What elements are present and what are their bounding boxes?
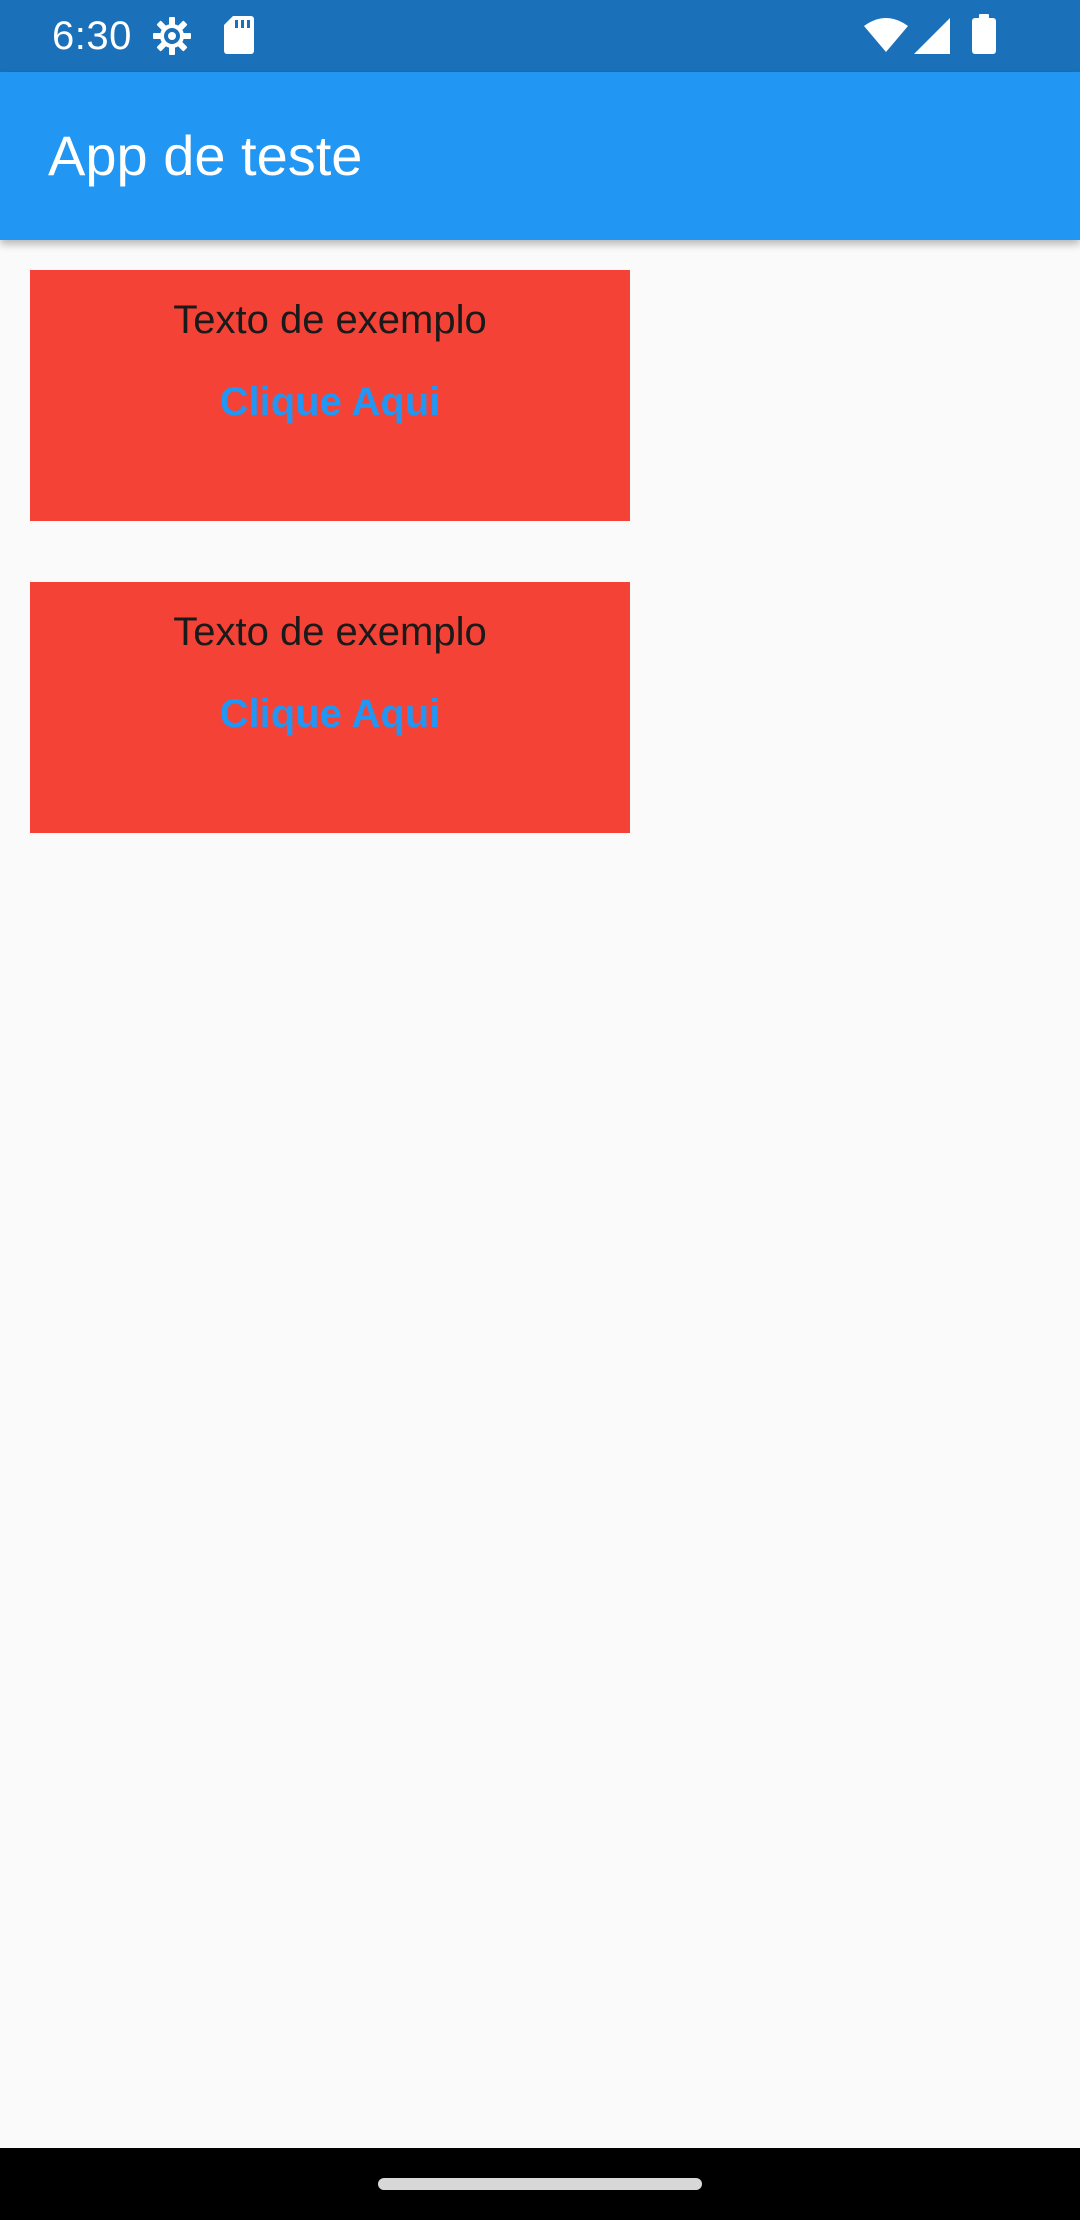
navigation-bar [0,2148,1080,2220]
example-card: Texto de exemplo Clique Aqui [30,270,630,521]
click-here-button[interactable]: Clique Aqui [180,362,480,442]
wifi-icon [864,18,908,52]
app-bar: App de teste [0,72,1080,240]
status-bar: 6:30 [0,0,1080,72]
card-text: Texto de exemplo [173,298,487,342]
cell-signal-icon [914,18,950,54]
content-area: Texto de exemplo Clique Aqui Texto de ex… [0,240,1080,2148]
app-title: App de teste [48,124,363,187]
card-text: Texto de exemplo [173,610,487,654]
status-time: 6:30 [52,14,132,58]
battery-icon [972,14,996,54]
sd-card-icon [224,16,254,54]
example-card: Texto de exemplo Clique Aqui [30,582,630,833]
click-here-button[interactable]: Clique Aqui [180,674,480,754]
settings-icon [153,17,191,55]
home-gesture-handle[interactable] [378,2178,702,2190]
